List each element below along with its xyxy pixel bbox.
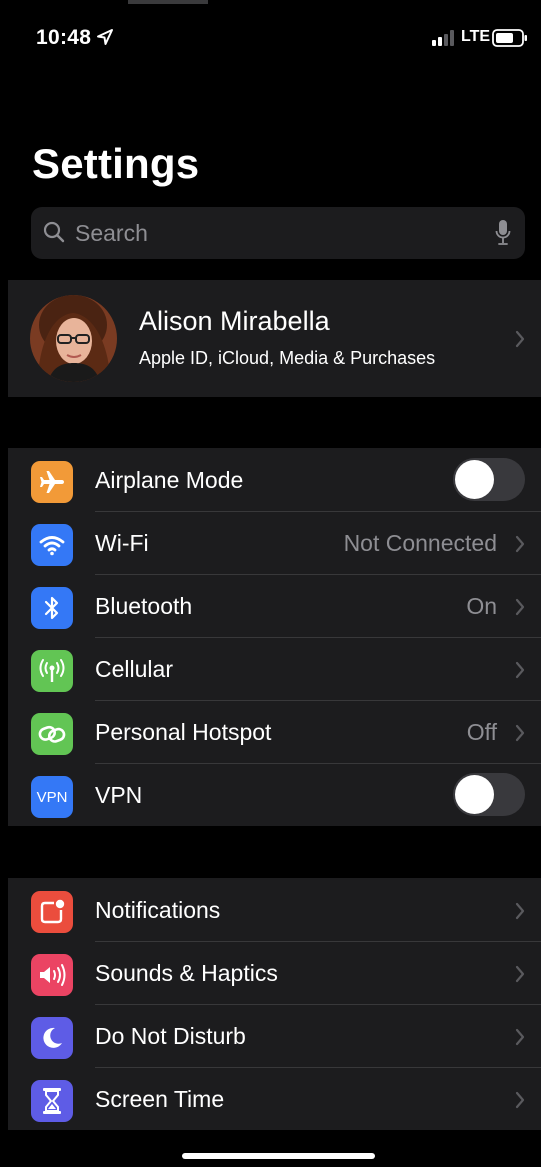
chevron-right-icon — [515, 965, 525, 983]
wifi-icon — [31, 524, 73, 566]
hotspot-icon — [31, 713, 73, 755]
general-group: Notifications Sounds & Haptics Do Not Di… — [8, 878, 541, 1130]
sounds-haptics-row[interactable]: Sounds & Haptics — [8, 941, 541, 1004]
chevron-right-icon — [515, 661, 525, 679]
search-input[interactable]: Search — [31, 207, 525, 259]
bluetooth-icon — [31, 587, 73, 629]
connectivity-group: Airplane Mode Wi-Fi Not Connected Blueto… — [8, 448, 541, 826]
vpn-icon-text: VPN — [36, 788, 68, 806]
speaker-icon — [31, 954, 73, 996]
row-separator — [95, 637, 541, 638]
cellular-antenna-icon — [31, 650, 73, 692]
profile-name: Alison Mirabella — [139, 306, 330, 336]
toggle-knob — [455, 460, 494, 499]
row-separator — [95, 763, 541, 764]
do-not-disturb-label: Do Not Disturb — [95, 1023, 246, 1049]
notifications-icon — [31, 891, 73, 933]
row-separator — [95, 1004, 541, 1005]
notifications-row[interactable]: Notifications — [8, 878, 541, 941]
chevron-right-icon — [515, 535, 525, 553]
wifi-status-value: Not Connected — [343, 530, 497, 556]
airplane-mode-toggle[interactable] — [453, 458, 525, 501]
personal-hotspot-label: Personal Hotspot — [95, 719, 272, 745]
chevron-right-icon — [515, 598, 525, 616]
chevron-right-icon — [515, 1028, 525, 1046]
do-not-disturb-row[interactable]: Do Not Disturb — [8, 1004, 541, 1067]
personal-hotspot-status-value: Off — [466, 719, 497, 745]
bluetooth-label: Bluetooth — [95, 593, 193, 619]
airplane-mode-row: Airplane Mode — [8, 448, 541, 511]
location-arrow-icon — [97, 29, 113, 45]
screen-time-row[interactable]: Screen Time — [8, 1067, 541, 1130]
wifi-row[interactable]: Wi-Fi Not Connected — [8, 511, 541, 574]
apple-id-profile-row[interactable]: Alison Mirabella Apple ID, iCloud, Media… — [8, 280, 541, 397]
home-indicator[interactable] — [182, 1153, 375, 1159]
row-separator — [95, 574, 541, 575]
moon-icon — [31, 1017, 73, 1059]
bluetooth-row[interactable]: Bluetooth On — [8, 574, 541, 637]
notch-strip — [128, 0, 208, 4]
vpn-icon: VPN — [31, 776, 73, 818]
battery-icon — [492, 29, 527, 47]
chevron-right-icon — [515, 724, 525, 742]
status-bar: 10:48 LTE — [0, 0, 541, 80]
cellular-label: Cellular — [95, 656, 173, 682]
sounds-haptics-label: Sounds & Haptics — [95, 960, 278, 986]
hourglass-icon — [31, 1080, 73, 1122]
airplane-mode-label: Airplane Mode — [95, 467, 244, 493]
screen-time-label: Screen Time — [95, 1086, 225, 1112]
cellular-row[interactable]: Cellular — [8, 637, 541, 700]
chevron-right-icon — [515, 330, 525, 348]
avatar — [30, 295, 117, 382]
settings-screen: 10:48 LTE Settings Search Alison Mirabel… — [0, 0, 541, 1167]
toggle-knob — [455, 775, 494, 814]
microphone-icon[interactable] — [495, 219, 511, 247]
vpn-toggle[interactable] — [453, 773, 525, 816]
row-separator — [95, 511, 541, 512]
row-separator — [95, 700, 541, 701]
signal-bars-icon — [432, 30, 454, 46]
row-separator — [95, 941, 541, 942]
page-title: Settings — [32, 140, 200, 187]
network-type-label: LTE — [461, 28, 491, 45]
search-placeholder: Search — [75, 220, 148, 246]
airplane-icon — [31, 461, 73, 503]
notifications-label: Notifications — [95, 897, 221, 923]
row-separator — [95, 1067, 541, 1068]
wifi-label: Wi-Fi — [95, 530, 149, 556]
chevron-right-icon — [515, 902, 525, 920]
status-time: 10:48 — [36, 26, 92, 49]
personal-hotspot-row[interactable]: Personal Hotspot Off — [8, 700, 541, 763]
profile-subtitle: Apple ID, iCloud, Media & Purchases — [139, 348, 436, 368]
chevron-right-icon — [515, 1091, 525, 1109]
vpn-row: VPN VPN — [8, 763, 541, 826]
search-icon — [43, 221, 65, 243]
vpn-label: VPN — [95, 782, 143, 808]
bluetooth-status-value: On — [466, 593, 497, 619]
